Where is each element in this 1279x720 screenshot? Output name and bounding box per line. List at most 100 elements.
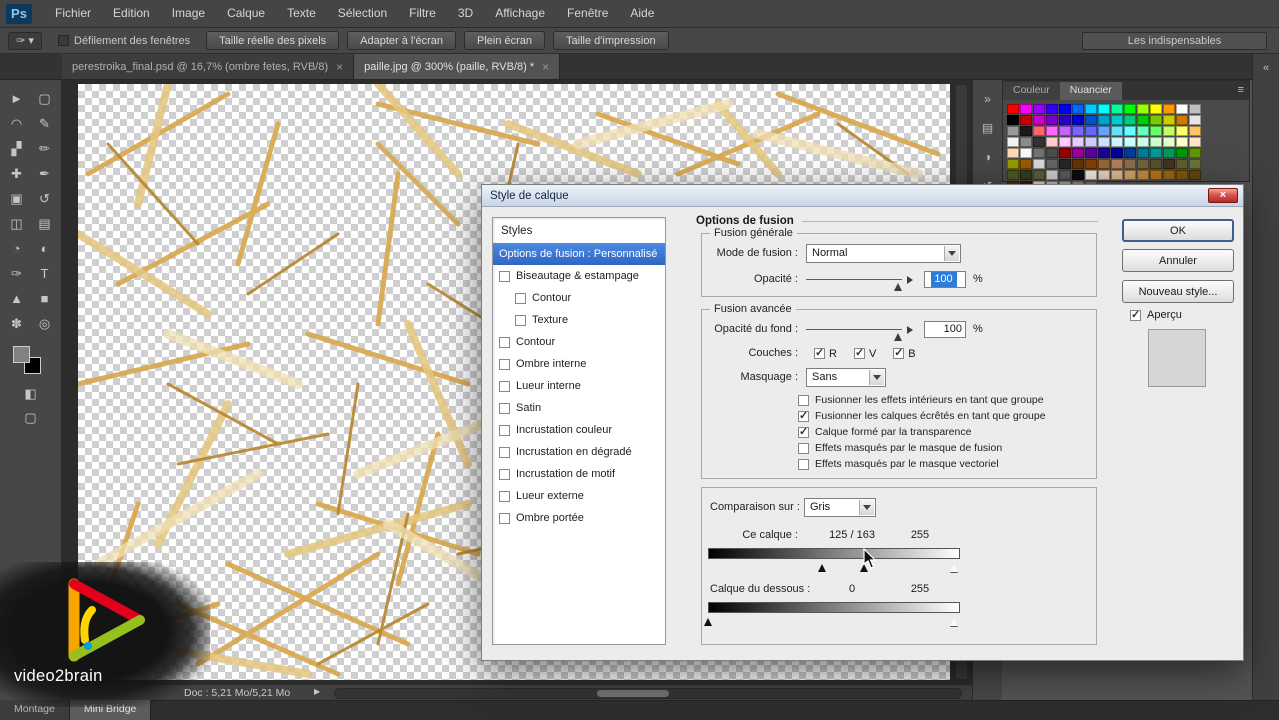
menu-item[interactable]: 3D (447, 0, 484, 27)
color-swatch[interactable] (1111, 137, 1123, 147)
color-swatch[interactable] (1085, 137, 1097, 147)
status-popup-arrow-icon[interactable]: ▶ (314, 687, 320, 696)
underlying-gradient-bar[interactable] (708, 602, 960, 613)
color-swatch[interactable] (1150, 159, 1162, 169)
styles-item[interactable]: Contour (493, 331, 665, 353)
checkbox[interactable] (853, 346, 865, 359)
tool-eraser[interactable]: ◫ (3, 211, 31, 236)
style-checkbox[interactable] (499, 512, 510, 524)
tool-eyedropper[interactable]: ✏ (31, 136, 59, 161)
blend-if-black-slider[interactable] (704, 614, 712, 626)
menu-item[interactable]: Filtre (398, 0, 447, 27)
color-swatch[interactable] (1163, 159, 1175, 169)
color-swatch[interactable] (1046, 170, 1058, 180)
color-swatch[interactable] (1007, 126, 1019, 136)
color-swatch[interactable] (1150, 137, 1162, 147)
color-swatch[interactable] (1046, 137, 1058, 147)
menu-item[interactable]: Calque (216, 0, 276, 27)
collapse-panels-icon[interactable]: » (984, 92, 991, 106)
color-swatch[interactable] (1124, 159, 1136, 169)
cancel-button[interactable]: Annuler (1122, 249, 1234, 272)
color-swatch[interactable] (1020, 126, 1032, 136)
styles-item[interactable]: Lueur externe (493, 485, 665, 507)
color-swatch[interactable] (1124, 137, 1136, 147)
color-swatch[interactable] (1137, 104, 1149, 114)
color-swatch[interactable] (1046, 104, 1058, 114)
foreground-background-swatches[interactable] (11, 346, 51, 380)
color-swatch[interactable] (1137, 126, 1149, 136)
tool-clone-stamp[interactable]: ▣ (3, 186, 31, 211)
color-swatch[interactable] (1033, 126, 1045, 136)
screen-mode-icon[interactable]: ▢ (24, 410, 36, 426)
color-swatch[interactable] (1033, 159, 1045, 169)
color-swatch[interactable] (1111, 104, 1123, 114)
color-swatch[interactable] (1189, 159, 1201, 169)
color-swatch[interactable] (1124, 170, 1136, 180)
color-swatch[interactable] (1020, 137, 1032, 147)
color-swatch[interactable] (1072, 115, 1084, 125)
tool-crop[interactable]: ▞ (3, 136, 31, 161)
color-swatch[interactable] (1137, 170, 1149, 180)
styles-item[interactable]: Biseautage & estampage (493, 265, 665, 287)
color-swatch[interactable] (1176, 148, 1188, 158)
color-swatch[interactable] (1163, 104, 1175, 114)
blend-if-white-slider[interactable] (950, 560, 958, 572)
checkbox[interactable] (893, 346, 905, 359)
color-swatch[interactable] (1059, 115, 1071, 125)
quick-mask-icon[interactable]: ◧ (24, 386, 36, 402)
color-swatch[interactable] (1124, 148, 1136, 158)
fill-opacity-value-input[interactable]: 100 (924, 321, 966, 338)
color-swatch[interactable] (1085, 170, 1097, 180)
color-swatch[interactable] (1059, 170, 1071, 180)
tool-brush[interactable]: ✒ (31, 161, 59, 186)
color-swatch[interactable] (1176, 170, 1188, 180)
color-swatch[interactable] (1098, 170, 1110, 180)
blend-if-black-slider[interactable] (818, 560, 826, 572)
panel-menu-icon[interactable]: ≡ (1238, 84, 1244, 96)
new-style-button[interactable]: Nouveau style... (1122, 280, 1234, 303)
color-panel-icon[interactable]: ▤ (982, 121, 993, 135)
channel-checkbox[interactable]: V (853, 346, 876, 360)
close-tab-icon[interactable]: × (542, 60, 549, 74)
color-swatch[interactable] (1189, 126, 1201, 136)
tool-path-select[interactable]: ▲ (3, 286, 31, 311)
color-swatch[interactable] (1176, 115, 1188, 125)
style-checkbox[interactable] (499, 446, 510, 458)
blend-if-dropdown[interactable]: Gris (804, 498, 876, 517)
preview-option[interactable]: Aperçu (1130, 308, 1182, 321)
color-swatch[interactable] (1098, 148, 1110, 158)
color-swatch[interactable] (1072, 104, 1084, 114)
style-checkbox[interactable] (515, 292, 526, 304)
style-checkbox[interactable] (499, 402, 510, 414)
color-swatch[interactable] (1137, 148, 1149, 158)
styles-item[interactable]: Incrustation de motif (493, 463, 665, 485)
advanced-option[interactable]: Calque formé par la transparence (798, 424, 1046, 440)
scroll-all-windows-checkbox[interactable] (58, 35, 69, 46)
color-swatch[interactable] (1098, 126, 1110, 136)
tool-quick-select[interactable]: ✎ (31, 111, 59, 136)
menu-item[interactable]: Fenêtre (556, 0, 619, 27)
color-swatch[interactable] (1072, 148, 1084, 158)
color-swatch[interactable] (1046, 159, 1058, 169)
color-swatch[interactable] (1189, 115, 1201, 125)
color-swatch[interactable] (1085, 126, 1097, 136)
color-swatch[interactable] (1072, 137, 1084, 147)
preview-checkbox[interactable] (1130, 308, 1141, 321)
style-checkbox[interactable] (499, 380, 510, 392)
tab-nuancier[interactable]: Nuancier (1059, 82, 1122, 100)
tool-preset-picker[interactable]: ✑ ▾ (8, 31, 42, 50)
color-swatch[interactable] (1007, 104, 1019, 114)
tool-healing[interactable]: ✚ (3, 161, 31, 186)
tool-pen[interactable]: ✑ (3, 261, 31, 286)
tool-blur[interactable]: ◔ (3, 236, 31, 261)
color-swatch[interactable] (1020, 148, 1032, 158)
color-swatch[interactable] (1111, 126, 1123, 136)
checkbox[interactable] (798, 442, 809, 454)
color-swatch[interactable] (1046, 126, 1058, 136)
color-swatch[interactable] (1033, 170, 1045, 180)
advanced-option[interactable]: Effets masqués par le masque de fusion (798, 440, 1046, 456)
opacity-slider-thumb[interactable] (894, 279, 902, 291)
slider-popup-icon[interactable] (906, 274, 918, 286)
styles-item[interactable]: Contour (493, 287, 665, 309)
advanced-option[interactable]: Fusionner les calques écrêtés en tant qu… (798, 408, 1046, 424)
